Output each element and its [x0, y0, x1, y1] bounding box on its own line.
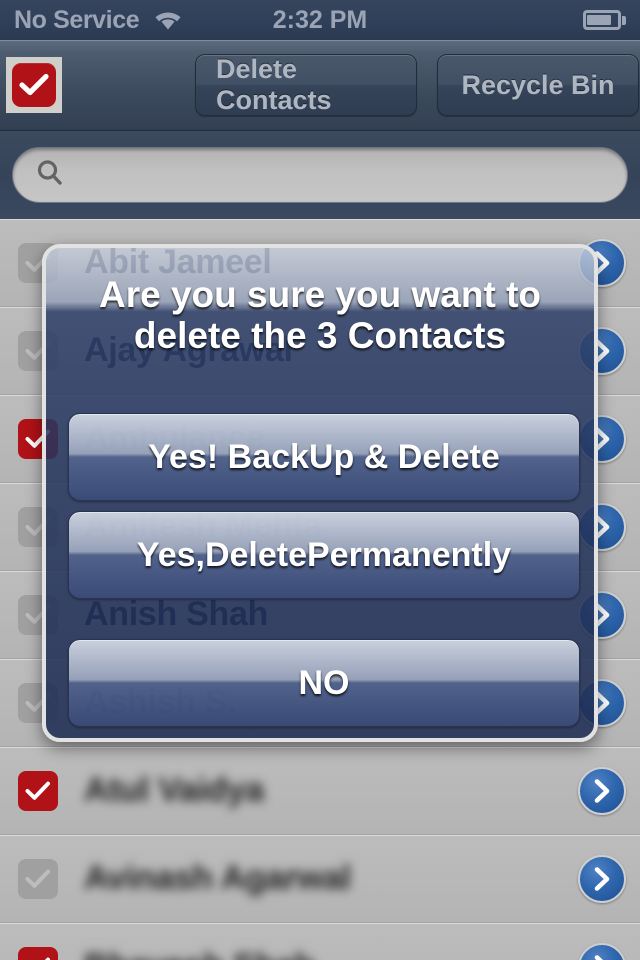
toolbar: Delete Contacts Recycle Bin	[0, 40, 640, 131]
checkbox-unchecked-icon[interactable]	[18, 858, 58, 899]
table-row[interactable]: Atul Vaidya	[0, 747, 640, 835]
status-bar: No Service 2:32 PM	[0, 0, 640, 40]
red-checkmark-icon	[12, 63, 56, 107]
chevron-right-icon[interactable]	[578, 942, 626, 960]
select-all-button[interactable]	[6, 57, 62, 113]
contact-name: Atul Vaidya	[84, 771, 264, 809]
checkbox-checked-icon[interactable]	[18, 770, 58, 811]
contact-name: Avinash Agarwal	[84, 859, 351, 897]
search-bar	[0, 131, 640, 219]
carrier-label: No Service	[14, 5, 140, 34]
delete-permanently-button[interactable]: Yes,DeletePermanently	[68, 511, 580, 599]
checkbox-checked-icon[interactable]	[18, 946, 58, 960]
backup-and-delete-button[interactable]: Yes! BackUp & Delete	[68, 413, 580, 501]
no-button[interactable]: NO	[68, 639, 580, 727]
dialog-title: Are you sure you want to delete the 3 Co…	[98, 274, 541, 357]
wifi-icon	[151, 8, 185, 32]
delete-contacts-button[interactable]: Delete Contacts	[195, 54, 417, 116]
delete-confirmation-dialog: Are you sure you want to delete the 3 Co…	[42, 244, 598, 742]
search-icon	[35, 158, 65, 193]
contact-name: Bhavesh Shah	[84, 947, 315, 960]
table-row[interactable]: Bhavesh Shah	[0, 923, 640, 960]
battery-icon	[583, 10, 626, 30]
chevron-right-icon[interactable]	[578, 854, 626, 903]
chevron-right-icon[interactable]	[578, 766, 626, 815]
table-row[interactable]: Avinash Agarwal	[0, 835, 640, 923]
recycle-bin-button[interactable]: Recycle Bin	[437, 54, 639, 116]
search-input[interactable]	[12, 147, 628, 203]
phone-screen: No Service 2:32 PM Delete Contacts Recyc…	[0, 0, 640, 960]
